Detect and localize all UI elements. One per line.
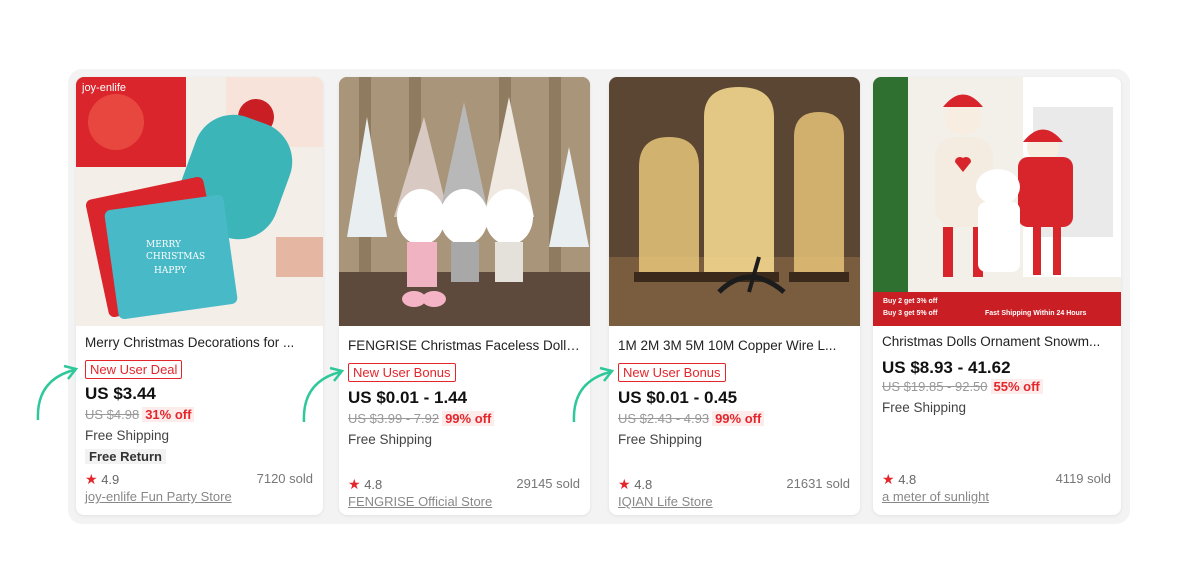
shipping-label: Free Shipping	[85, 428, 170, 443]
curved-arrow-icon	[302, 366, 345, 423]
product-card[interactable]: 1M 2M 3M 5M 10M Copper Wire L... New Use…	[609, 77, 860, 515]
rating-value: 4.9	[101, 472, 120, 487]
sold-count: 7120 sold	[256, 471, 313, 486]
original-price-row: US $3.99 - 7.92 99% off	[348, 411, 495, 426]
product-title[interactable]: FENGRISE Christmas Faceless Doll ...	[348, 338, 581, 353]
original-price: US $3.99 - 7.92	[348, 411, 440, 426]
new-user-badge: New User Bonus	[348, 363, 456, 382]
shipping-label: Free Shipping	[882, 400, 967, 415]
shipping-label: Free Shipping	[348, 432, 433, 447]
svg-text:HAPPY: HAPPY	[154, 266, 187, 276]
product-price: US $0.01 - 0.45	[618, 388, 738, 407]
shipping-label: Free Shipping	[618, 432, 703, 447]
original-price: US $19.85 - 92.50	[882, 379, 988, 394]
product-image[interactable]	[609, 77, 860, 326]
rating: ★ 4.8	[618, 476, 652, 493]
rating: ★ 4.8	[882, 471, 916, 488]
curved-arrow-icon	[36, 364, 79, 421]
product-card[interactable]: MERRY CHRISTMAS HAPPY joy-enlife Merry C…	[76, 77, 323, 515]
rating: ★ 4.9	[85, 471, 119, 488]
star-icon: ★	[618, 476, 631, 492]
discount-label: 99% off	[442, 411, 495, 426]
product-title[interactable]: Christmas Dolls Ornament Snowm...	[882, 334, 1112, 349]
product-image[interactable]: Buy 2 get 3% off Buy 3 get 5% off Fast S…	[873, 77, 1121, 326]
product-price: US $3.44	[85, 384, 156, 403]
product-card[interactable]: FENGRISE Christmas Faceless Doll ... New…	[339, 77, 590, 515]
promo-banner-shipping: Fast Shipping Within 24 Hours	[985, 310, 1087, 317]
star-icon: ★	[348, 476, 361, 492]
curved-arrow-icon	[572, 366, 615, 423]
original-price-row: US $4.98 31% off	[85, 407, 195, 422]
rating-value: 4.8	[364, 477, 383, 492]
original-price-row: US $2.43 - 4.93 99% off	[618, 411, 765, 426]
original-price: US $4.98	[85, 407, 140, 422]
rating-value: 4.8	[898, 472, 917, 487]
product-image[interactable]	[339, 77, 590, 326]
free-return-tag: Free Return	[85, 449, 166, 464]
discount-label: 31% off	[142, 407, 195, 422]
sold-count: 21631 sold	[786, 476, 850, 491]
product-price: US $0.01 - 1.44	[348, 388, 468, 407]
discount-label: 99% off	[712, 411, 765, 426]
product-price: US $8.93 - 41.62	[882, 358, 1011, 377]
svg-text:MERRY: MERRY	[146, 240, 182, 250]
rating: ★ 4.8	[348, 476, 382, 493]
image-watermark: joy-enlife	[81, 82, 126, 94]
new-user-badge: New User Deal	[85, 360, 183, 379]
promo-banner-line1: Buy 2 get 3% off	[883, 298, 938, 305]
store-link[interactable]: FENGRISE Official Store	[348, 494, 492, 509]
discount-label: 55% off	[990, 379, 1043, 394]
new-user-badge: New User Bonus	[618, 363, 726, 382]
page: MERRY CHRISTMAS HAPPY joy-enlife Merry C…	[0, 0, 1200, 587]
store-link[interactable]: joy-enlife Fun Party Store	[85, 489, 232, 504]
sold-count: 4119 sold	[1055, 471, 1111, 486]
product-card[interactable]: Buy 2 get 3% off Buy 3 get 5% off Fast S…	[873, 77, 1121, 515]
star-icon: ★	[882, 471, 895, 487]
product-title[interactable]: 1M 2M 3M 5M 10M Copper Wire L...	[618, 338, 851, 353]
promo-banner-line2: Buy 3 get 5% off	[883, 310, 938, 317]
product-title[interactable]: Merry Christmas Decorations for ...	[85, 335, 314, 350]
store-link[interactable]: a meter of sunlight	[882, 489, 989, 504]
sold-count: 29145 sold	[516, 476, 580, 491]
store-link[interactable]: IQIAN Life Store	[618, 494, 713, 509]
original-price: US $2.43 - 4.93	[618, 411, 710, 426]
product-image[interactable]: MERRY CHRISTMAS HAPPY joy-enlife	[76, 77, 323, 326]
rating-value: 4.8	[634, 477, 653, 492]
original-price-row: US $19.85 - 92.50 55% off	[882, 379, 1043, 394]
star-icon: ★	[85, 471, 98, 487]
svg-text:CHRISTMAS: CHRISTMAS	[146, 252, 205, 262]
